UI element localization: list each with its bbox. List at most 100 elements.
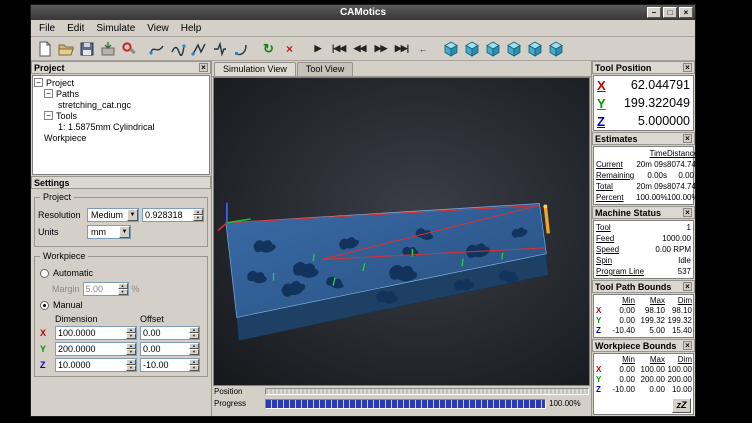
menu-view[interactable]: View: [141, 22, 175, 35]
y-offset-stepper[interactable]: 0.00▲▼: [140, 342, 200, 356]
time-column-header: Time: [636, 148, 667, 159]
units-select[interactable]: mm ▼: [87, 225, 131, 239]
z-position-value: 5.000000: [638, 114, 690, 128]
go-to-start-button[interactable]: |◀◀: [328, 38, 349, 59]
zigzag-tool-button[interactable]: [188, 38, 209, 59]
z-offset-stepper[interactable]: -10.00▲▼: [140, 358, 200, 372]
tree-item-file[interactable]: stretching_cat.ngc: [58, 99, 208, 110]
resolution-select[interactable]: Medium ▼: [87, 208, 139, 222]
tree-item-tool1[interactable]: 1: 1.5875mm Cylindrical: [58, 121, 208, 132]
project-tree[interactable]: − Project − Paths stretching_cat.ngc − T…: [32, 75, 210, 175]
3d-viewport[interactable]: [213, 77, 590, 386]
tree-item-tools[interactable]: − Tools: [44, 110, 208, 121]
menu-file[interactable]: File: [33, 22, 61, 35]
chevron-down-icon[interactable]: ▼: [119, 226, 130, 238]
rewind-button[interactable]: ◀◀: [349, 38, 370, 59]
window-title: CAMotics: [340, 7, 386, 18]
stop-simulation-button[interactable]: ×: [279, 38, 300, 59]
menu-simulate[interactable]: Simulate: [90, 22, 141, 35]
view-left-button[interactable]: [503, 38, 524, 59]
minimize-button[interactable]: –: [647, 7, 661, 18]
fast-forward-button[interactable]: ▶▶: [370, 38, 391, 59]
margin-row: Margin 5.00 ▲ ▼ %: [52, 282, 204, 296]
title-bar[interactable]: CAMotics – □ ×: [31, 5, 695, 20]
measure-tool-button[interactable]: [146, 38, 167, 59]
tab-simulation-view[interactable]: Simulation View: [214, 62, 296, 76]
x-offset-stepper[interactable]: 0.00▲▼: [140, 326, 200, 340]
tool-wrench-icon: [121, 41, 137, 57]
spin-down-icon[interactable]: ▼: [189, 349, 199, 355]
sleep-indicator[interactable]: zZ: [672, 398, 691, 413]
menu-help[interactable]: Help: [175, 22, 208, 35]
machine-status-close-icon[interactable]: ×: [683, 208, 692, 217]
resolution-number-stepper[interactable]: 0.928318 ▲ ▼: [142, 208, 204, 222]
toolbar-separator: [433, 38, 440, 59]
spin-down-icon[interactable]: ▼: [126, 333, 136, 339]
view-right-button[interactable]: [524, 38, 545, 59]
current-label: Current: [596, 159, 636, 170]
y-dimension-stepper[interactable]: 200.0000▲▼: [55, 342, 137, 356]
close-button[interactable]: ×: [679, 7, 693, 18]
view-back-button[interactable]: [482, 38, 503, 59]
project-group-label: Project: [40, 192, 74, 202]
open-folder-icon: [58, 41, 74, 57]
export-button[interactable]: [97, 38, 118, 59]
project-panel-close-icon[interactable]: ×: [199, 63, 208, 72]
collapse-icon[interactable]: −: [34, 78, 43, 87]
spin-down-icon[interactable]: ▼: [193, 215, 203, 221]
feed-value: 1000.00: [644, 233, 691, 244]
path-tool-button[interactable]: [167, 38, 188, 59]
open-project-button[interactable]: [55, 38, 76, 59]
play-button[interactable]: ▶: [307, 38, 328, 59]
view-back-icon: [485, 41, 501, 57]
menu-edit[interactable]: Edit: [61, 22, 90, 35]
spin-down-icon[interactable]: ▼: [189, 333, 199, 339]
tree-item-project[interactable]: − Project: [34, 77, 208, 88]
tab-tool-view[interactable]: Tool View: [297, 62, 353, 76]
distance-column-header: Distance: [667, 148, 694, 159]
workpiece-bounds-close-icon[interactable]: ×: [683, 341, 692, 350]
reload-simulation-button[interactable]: ↻: [258, 38, 279, 59]
surface-tool-button[interactable]: [230, 38, 251, 59]
y-axis-label: Y: [40, 344, 52, 354]
tool-position-close-icon[interactable]: ×: [683, 63, 692, 72]
step-back-button[interactable]: ←: [412, 38, 433, 59]
offset-header: Offset: [140, 314, 200, 324]
z-dimension-stepper[interactable]: 10.0000▲▼: [55, 358, 137, 372]
spin-down-icon[interactable]: ▼: [126, 349, 136, 355]
manual-radio[interactable]: [40, 301, 49, 310]
percent-distance: 100.00%: [667, 192, 694, 203]
margin-label: Margin: [52, 284, 80, 294]
view-top-button[interactable]: [545, 38, 566, 59]
resolution-row: Resolution Medium ▼ 0.928318 ▲ ▼: [38, 208, 204, 222]
view-isometric-button[interactable]: [440, 38, 461, 59]
collapse-icon[interactable]: −: [44, 89, 53, 98]
spin-down-icon[interactable]: ▼: [126, 365, 136, 371]
save-project-button[interactable]: [76, 38, 97, 59]
rewind-icon: ◀◀: [354, 43, 366, 54]
go-to-end-button[interactable]: ▶▶|: [391, 38, 412, 59]
tree-item-paths[interactable]: − Paths: [44, 88, 208, 99]
view-top-icon: [548, 41, 564, 57]
progress-bar: [265, 399, 546, 409]
estimates-close-icon[interactable]: ×: [683, 134, 692, 143]
probe-tool-button[interactable]: [209, 38, 230, 59]
x-dimension-stepper[interactable]: 100.0000▲▼: [55, 326, 137, 340]
tool-path-bounds-panel-title: Tool Path Bounds ×: [592, 280, 695, 293]
chevron-down-icon[interactable]: ▼: [127, 209, 138, 221]
spin-down-icon[interactable]: ▼: [189, 365, 199, 371]
progress-value: 100.00%: [549, 399, 589, 408]
new-project-button[interactable]: [34, 38, 55, 59]
automatic-radio[interactable]: [40, 269, 49, 278]
tree-item-workpiece[interactable]: Workpiece: [44, 132, 208, 143]
tool-table-button[interactable]: [118, 38, 139, 59]
feed-label: Feed: [596, 233, 644, 244]
position-slider[interactable]: [265, 388, 589, 395]
project-panel-title: Project ×: [31, 61, 211, 74]
tool-path-bounds-close-icon[interactable]: ×: [683, 282, 692, 291]
view-left-icon: [506, 41, 522, 57]
status-strip: [212, 410, 591, 416]
view-front-button[interactable]: [461, 38, 482, 59]
collapse-icon[interactable]: −: [44, 111, 53, 120]
maximize-button[interactable]: □: [663, 7, 677, 18]
